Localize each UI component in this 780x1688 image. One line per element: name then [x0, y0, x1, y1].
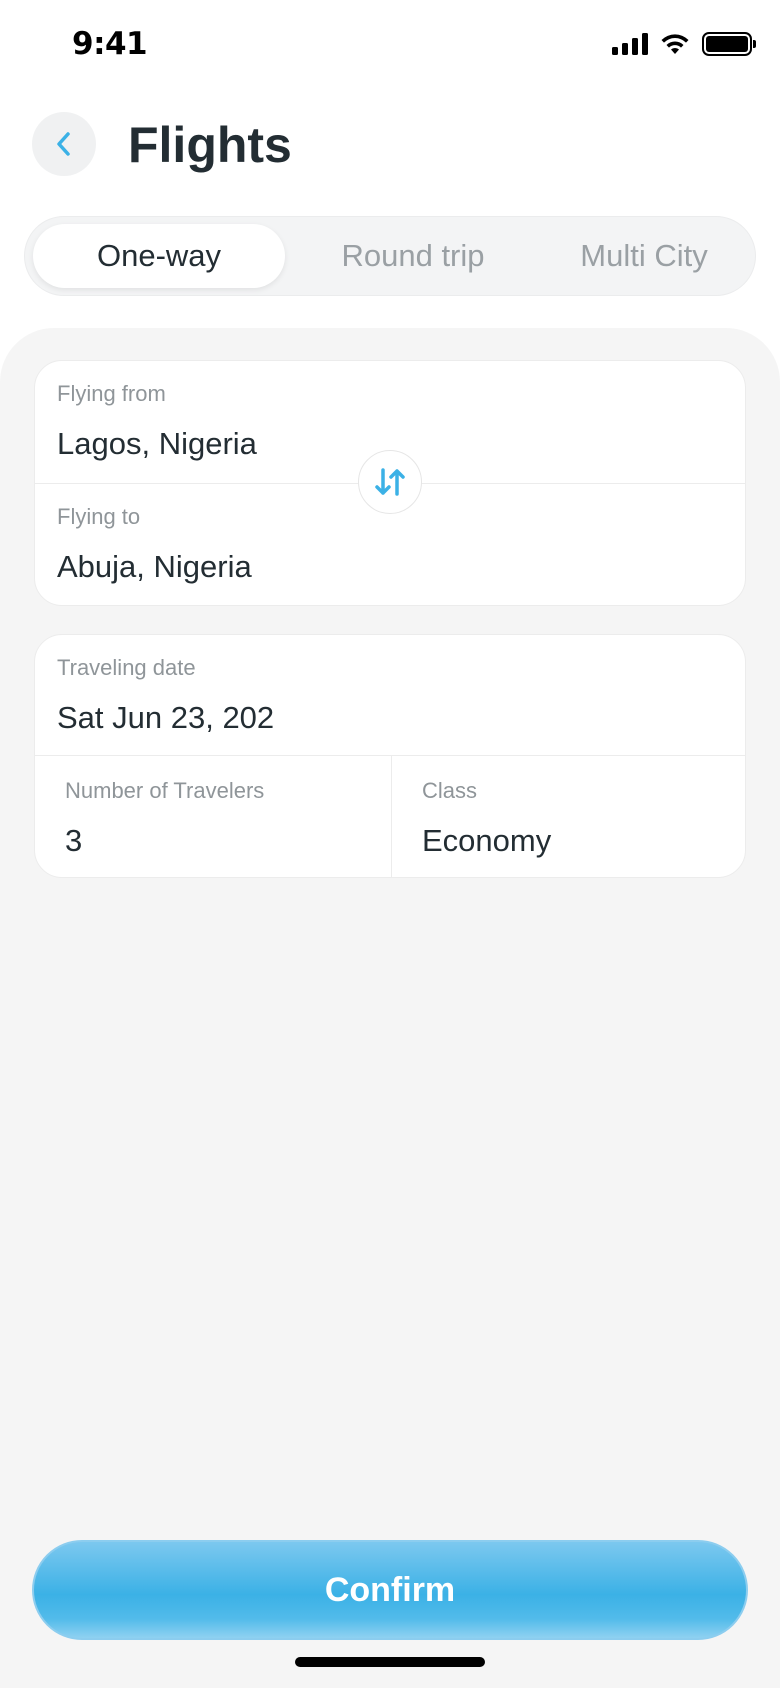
travelers-value: 3 [65, 823, 83, 858]
home-indicator [295, 1657, 485, 1667]
battery-icon [702, 32, 756, 56]
page-title: Flights [128, 117, 292, 173]
trip-details-card: Traveling date Sat Jun 23, 202 Number of… [34, 634, 746, 878]
trip-type-selector: One-way Round trip Multi City [24, 216, 756, 296]
status-bar: 9:41 [0, 0, 780, 90]
status-icons [612, 32, 756, 56]
status-time: 9:41 [72, 26, 148, 62]
flying-to-label: Flying to [57, 504, 141, 529]
swap-locations-button[interactable] [358, 450, 422, 514]
flying-from-value: Lagos, Nigeria [57, 426, 257, 461]
travelers-field[interactable]: Number of Travelers 3 [35, 756, 391, 878]
tab-round-trip[interactable]: Round trip [291, 224, 535, 288]
traveling-date-field[interactable]: Traveling date Sat Jun 23, 202 [35, 635, 747, 755]
class-label: Class [422, 778, 478, 803]
cellular-signal-icon [612, 33, 648, 55]
flying-to-value: Abuja, Nigeria [57, 549, 252, 584]
swap-vertical-icon [375, 468, 405, 496]
confirm-button[interactable]: Confirm [32, 1540, 748, 1640]
flying-from-label: Flying from [57, 381, 166, 406]
class-field[interactable]: Class Economy [392, 756, 746, 878]
tab-one-way[interactable]: One-way [33, 224, 285, 288]
traveling-date-value: Sat Jun 23, 202 [57, 700, 275, 735]
traveling-date-label: Traveling date [57, 655, 196, 680]
travelers-label: Number of Travelers [65, 778, 265, 803]
back-button[interactable] [32, 112, 96, 176]
tab-multi-city[interactable]: Multi City [535, 224, 753, 288]
wifi-icon [661, 34, 689, 54]
chevron-left-icon [57, 132, 70, 156]
class-value: Economy [422, 823, 552, 858]
